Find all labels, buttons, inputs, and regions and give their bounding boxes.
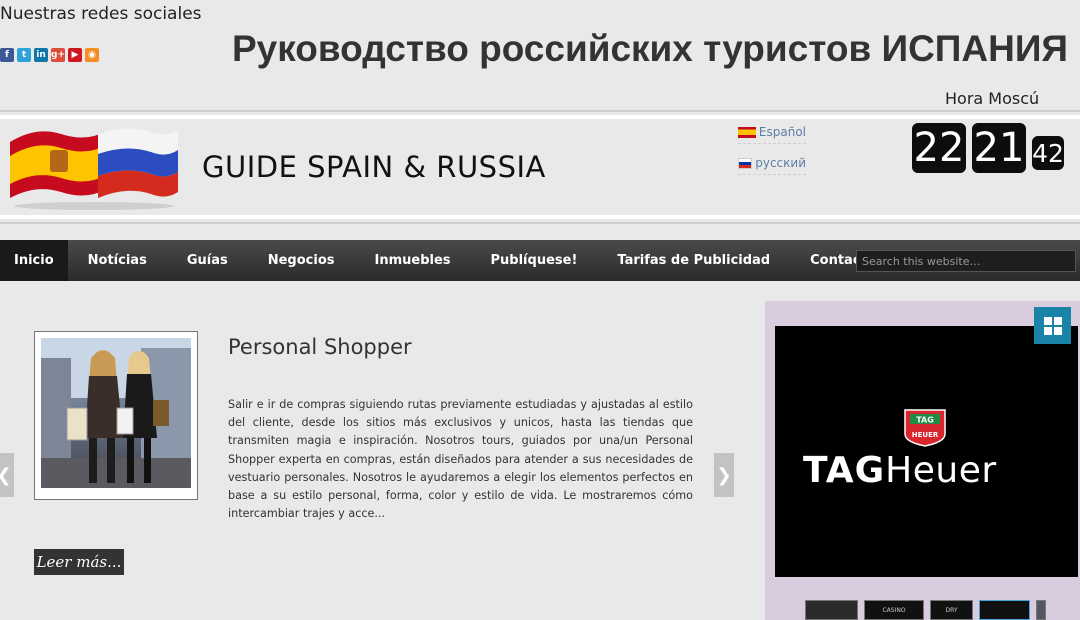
slider-prev-button[interactable]: ❮ (0, 453, 14, 497)
divider (0, 222, 1080, 224)
divider (0, 215, 1080, 219)
grid-view-button[interactable] (1034, 307, 1071, 344)
slider-next-button[interactable]: ❯ (714, 453, 734, 497)
shopping-photo (41, 338, 191, 488)
nav-item-guias[interactable]: Guías (167, 240, 248, 281)
social-icons-bar: f t in g+ ▶ ◉ (0, 48, 99, 62)
wordmark-rest: Heuer (885, 450, 997, 491)
ad-thumbnail[interactable] (979, 600, 1030, 620)
spain-flag-icon (738, 126, 756, 138)
rss-icon[interactable]: ◉ (85, 48, 99, 62)
article-title[interactable]: Personal Shopper (228, 335, 412, 359)
social-networks-label: Nuestras redes sociales (0, 4, 202, 24)
language-label: русский (755, 156, 806, 170)
thumb-label: CASINO (882, 606, 906, 614)
nav-item-inmuebles[interactable]: Inmuebles (354, 240, 470, 281)
facebook-icon[interactable]: f (0, 48, 14, 62)
clock-seconds: 42 (1032, 136, 1064, 170)
divider (0, 115, 1080, 119)
read-more-button[interactable]: Leer más... (34, 549, 124, 575)
ad-thumbnail[interactable] (1036, 600, 1046, 620)
article-excerpt: Salir e ir de compras siguiendo rutas pr… (228, 398, 693, 521)
tag-heuer-wordmark: TAGHeuer (803, 450, 997, 491)
clock-minutes: 21 (972, 123, 1026, 173)
brand-name[interactable]: GUIDE SPAIN & RUSSIA (202, 150, 546, 184)
russia-flag-icon (738, 157, 753, 169)
thumb-label: DRY (945, 606, 958, 614)
language-label: Español (758, 125, 806, 139)
wordmark-bold: TAG (803, 450, 886, 491)
ad-thumbnail[interactable]: CASINO (864, 600, 924, 620)
linkedin-icon[interactable]: in (34, 48, 48, 62)
ad-thumbnail[interactable]: DRY (930, 600, 973, 620)
chevron-right-icon: ❯ (716, 464, 732, 486)
youtube-icon[interactable]: ▶ (68, 48, 82, 62)
grid-icon (1043, 316, 1062, 335)
clock-hours: 22 (912, 123, 966, 173)
twitter-icon[interactable]: t (17, 48, 31, 62)
site-title: Руководство российских туристов ИСПАНИЯ (232, 28, 1069, 69)
nav-item-noticias[interactable]: Notícias (68, 240, 167, 281)
nav-item-negocios[interactable]: Negocios (248, 240, 355, 281)
nav-item-tarifas-de-publicidad[interactable]: Tarifas de Publicidad (597, 240, 790, 281)
moscow-time-label: Hora Moscú (945, 89, 1040, 108)
divider (0, 110, 1080, 112)
googleplus-icon[interactable]: g+ (51, 48, 65, 62)
tag-heuer-shield-logo: TAG HEUER (904, 409, 946, 447)
language-link-russian[interactable]: русский (738, 152, 806, 175)
nav-item-publiquese[interactable]: Publíquese! (471, 240, 598, 281)
chevron-left-icon: ❮ (0, 465, 12, 486)
article-thumbnail[interactable] (34, 331, 198, 500)
search-input[interactable] (856, 250, 1076, 272)
language-link-spanish[interactable]: Español (738, 121, 806, 144)
ad-thumbnail[interactable] (805, 600, 858, 620)
spain-russia-flags-logo[interactable] (6, 120, 181, 212)
nav-item-inicio[interactable]: Inicio (0, 240, 68, 281)
shield-top-text: TAG (916, 416, 934, 425)
shield-bottom-text: HEUER (912, 431, 939, 439)
